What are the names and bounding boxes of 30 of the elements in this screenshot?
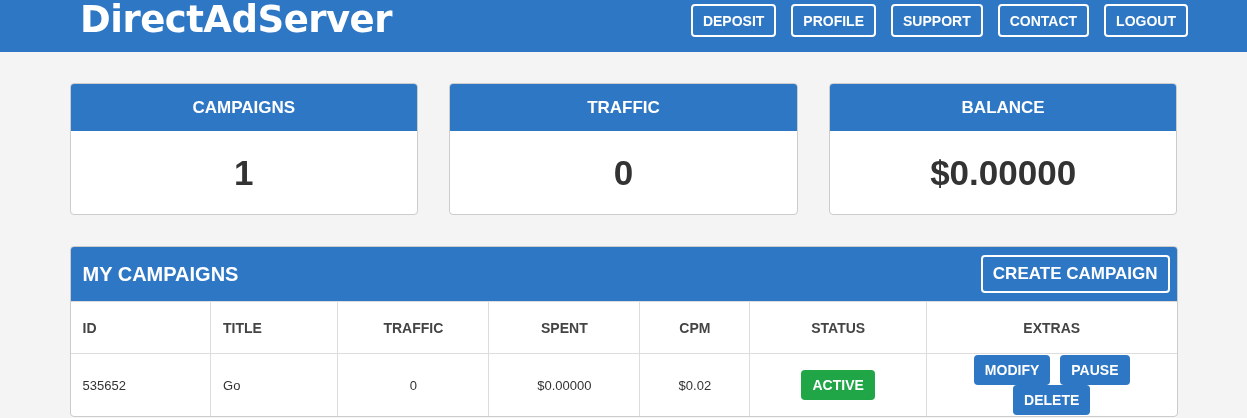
nav-button[interactable]: PROFILE (791, 4, 876, 37)
table-cell: $0.00000 (488, 353, 640, 416)
panel-title: MY CAMPAIGNS (82, 262, 239, 286)
table-cell: Go (210, 353, 338, 416)
nav-button[interactable]: LOGOUT (1104, 4, 1188, 37)
column-header: TITLE (210, 301, 338, 354)
nav-button[interactable]: DEPOSIT (690, 4, 777, 37)
table-cell: 535652 (70, 353, 211, 416)
action-button[interactable]: DELETE (1013, 385, 1091, 415)
status-badge: ACTIVE (801, 370, 875, 400)
nav-button[interactable]: SUPPORT (891, 4, 983, 37)
stat-value: 1 (233, 152, 255, 194)
column-header: STATUS (749, 301, 927, 354)
create-campaign-button[interactable]: CREATE CAMPAIGN (980, 255, 1170, 293)
table-cell: 0 (337, 353, 489, 416)
column-header: TRAFFIC (337, 301, 489, 354)
card-title: CAMPAIGNS (70, 84, 418, 131)
table-cell: $0.02 (639, 353, 750, 416)
column-header: SPENT (488, 301, 640, 354)
column-header: ID (70, 301, 211, 354)
card-title: BALANCE (829, 84, 1177, 131)
column-header: CPM (639, 301, 750, 354)
site-logo[interactable]: DirectAdServer (80, 0, 392, 40)
card-title: TRAFFIC (450, 84, 797, 131)
action-button[interactable]: MODIFY (973, 355, 1051, 385)
nav-button[interactable]: CONTACT (997, 4, 1090, 37)
action-button[interactable]: PAUSE (1060, 355, 1130, 385)
stat-value: 0 (612, 152, 635, 194)
column-header: EXTRAS (926, 301, 1177, 354)
stat-value: $0.00000 (929, 152, 1078, 194)
